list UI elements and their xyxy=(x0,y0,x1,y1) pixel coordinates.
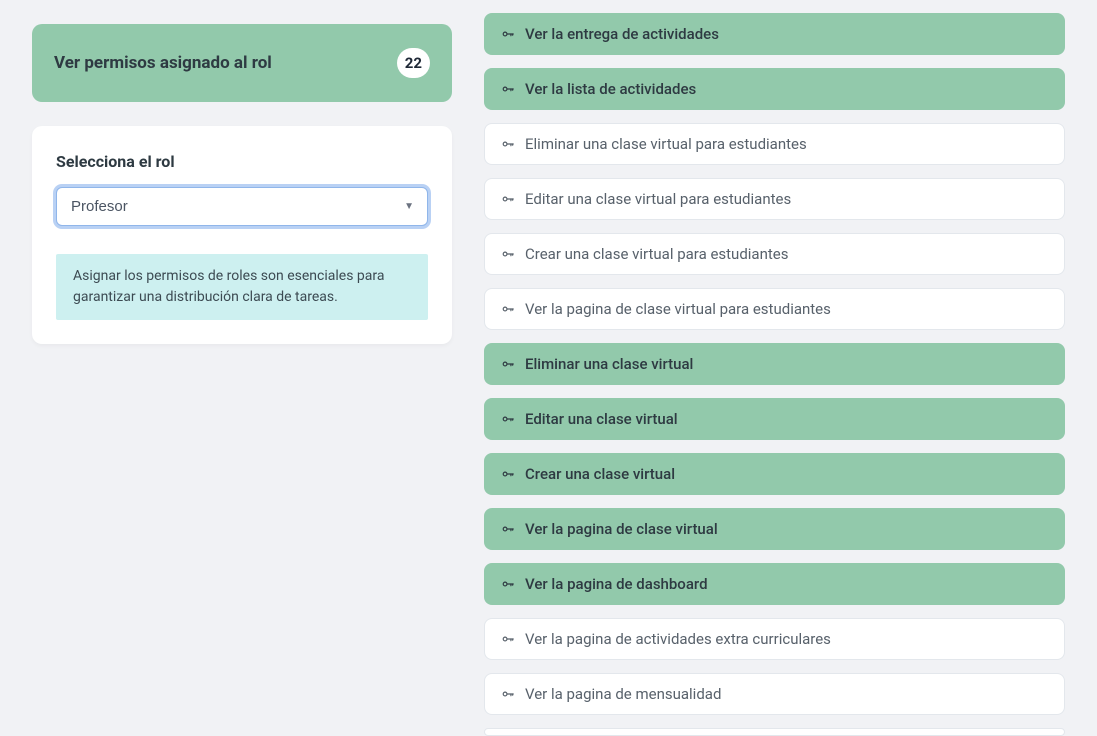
permission-label: Ver la lista de actividades xyxy=(525,80,696,98)
permission-item[interactable]: Eliminar una clase virtual para estudian… xyxy=(484,123,1065,165)
key-icon xyxy=(501,247,515,261)
role-info-note: Asignar los permisos de roles son esenci… xyxy=(56,254,428,320)
permission-label: Editar una clase virtual para estudiante… xyxy=(525,190,791,208)
key-icon xyxy=(501,357,515,371)
permission-label: Ver la pagina de clase virtual para estu… xyxy=(525,300,831,318)
permission-item[interactable]: Eliminar una clase virtual xyxy=(484,343,1065,385)
permission-label: Eliminar una clase virtual para estudian… xyxy=(525,135,807,153)
key-icon xyxy=(501,522,515,536)
permissions-count-badge: 22 xyxy=(397,48,430,78)
permission-label: Ver la entrega de actividades xyxy=(525,25,719,43)
key-icon xyxy=(501,577,515,591)
permission-item[interactable]: Ver la entrega de actividades xyxy=(484,13,1065,55)
permission-label: Ver la pagina de mensualidad xyxy=(525,685,721,703)
key-icon xyxy=(501,27,515,41)
permission-label: Ver la pagina de dashboard xyxy=(525,575,708,593)
role-select[interactable]: Profesor xyxy=(56,187,428,226)
permission-label: Crear una clase virtual para estudiantes xyxy=(525,245,788,263)
permission-item[interactable]: Crear una clase virtual para estudiantes xyxy=(484,233,1065,275)
permission-item[interactable]: Editar una clase virtual xyxy=(484,398,1065,440)
role-selector-card: Selecciona el rol Profesor ▼ Asignar los… xyxy=(32,126,452,344)
permission-label: Editar una clase virtual xyxy=(525,410,678,428)
permission-label: Ver la pagina de clase virtual xyxy=(525,520,718,538)
key-icon xyxy=(501,632,515,646)
permission-item[interactable]: Ver la pagina de clase virtual xyxy=(484,508,1065,550)
key-icon xyxy=(501,137,515,151)
permission-item[interactable] xyxy=(484,728,1065,736)
key-icon xyxy=(501,412,515,426)
role-select-label: Selecciona el rol xyxy=(56,152,428,171)
permission-label: Eliminar una clase virtual xyxy=(525,355,693,373)
key-icon xyxy=(501,82,515,96)
permission-item[interactable]: Ver la pagina de clase virtual para estu… xyxy=(484,288,1065,330)
permission-item[interactable]: Ver la lista de actividades xyxy=(484,68,1065,110)
permissions-list: Ver la entrega de actividades Ver la list… xyxy=(484,0,1065,736)
permission-item[interactable]: Crear una clase virtual xyxy=(484,453,1065,495)
permission-item[interactable]: Ver la pagina de dashboard xyxy=(484,563,1065,605)
header-title: Ver permisos asignado al rol xyxy=(54,53,272,73)
permission-label: Ver la pagina de actividades extra curri… xyxy=(525,630,831,648)
key-icon xyxy=(501,687,515,701)
role-permissions-header: Ver permisos asignado al rol 22 xyxy=(32,24,452,102)
key-icon xyxy=(501,467,515,481)
permission-item[interactable]: Editar una clase virtual para estudiante… xyxy=(484,178,1065,220)
key-icon xyxy=(501,192,515,206)
permission-item[interactable]: Ver la pagina de mensualidad xyxy=(484,673,1065,715)
key-icon xyxy=(501,302,515,316)
permission-label: Crear una clase virtual xyxy=(525,465,675,483)
permission-item[interactable]: Ver la pagina de actividades extra curri… xyxy=(484,618,1065,660)
